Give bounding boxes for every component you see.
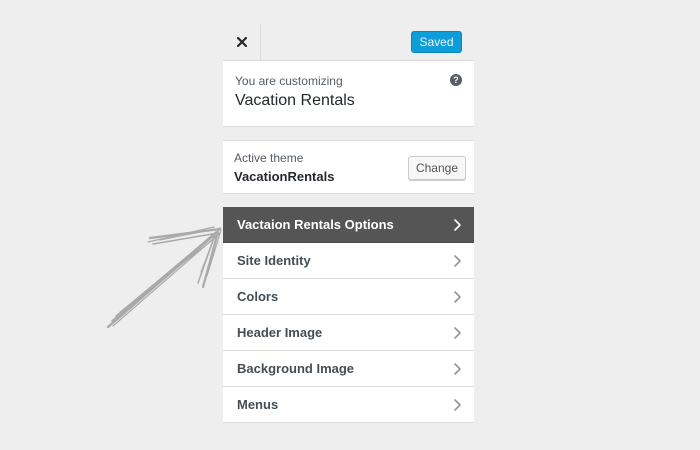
chevron-right-icon [454, 255, 461, 267]
customize-info: You are customizing Vacation Rentals ? [223, 61, 474, 127]
menu-item-label: Menus [237, 397, 279, 412]
menu-item-label: Vactaion Rentals Options [237, 217, 394, 232]
menu-item-label: Background Image [237, 361, 355, 376]
menu-item-label: Header Image [237, 325, 323, 340]
menu-item-menus[interactable]: Menus [223, 387, 474, 423]
customizer-header: Saved [223, 24, 474, 61]
active-theme-section: Active theme VacationRentals Change [223, 140, 474, 194]
saved-button[interactable]: Saved [411, 31, 462, 53]
menu-item-background-image[interactable]: Background Image [223, 351, 474, 387]
chevron-right-icon [454, 363, 461, 375]
chevron-right-icon [454, 399, 461, 411]
menu-item-label: Colors [237, 289, 279, 304]
close-button[interactable] [223, 24, 261, 60]
chevron-right-icon [454, 291, 461, 303]
active-theme-name: VacationRentals [234, 169, 335, 184]
customizing-label: You are customizing [235, 74, 343, 88]
help-icon[interactable]: ? [450, 74, 462, 86]
menu-item-colors[interactable]: Colors [223, 279, 474, 315]
menu-item-vacation-rentals-options[interactable]: Vactaion Rentals Options [223, 207, 474, 243]
active-theme-label: Active theme [234, 151, 304, 165]
customizer-menu: Vactaion Rentals Options Site Identity C… [223, 207, 474, 423]
menu-item-site-identity[interactable]: Site Identity [223, 243, 474, 279]
close-icon [236, 37, 247, 47]
customizer-panel: Saved You are customizing Vacation Renta… [223, 24, 474, 426]
change-theme-button[interactable]: Change [408, 156, 466, 180]
chevron-right-icon [454, 219, 461, 231]
menu-item-label: Site Identity [237, 253, 311, 268]
chevron-right-icon [454, 327, 461, 339]
site-title: Vacation Rentals [235, 92, 355, 109]
menu-item-header-image[interactable]: Header Image [223, 315, 474, 351]
